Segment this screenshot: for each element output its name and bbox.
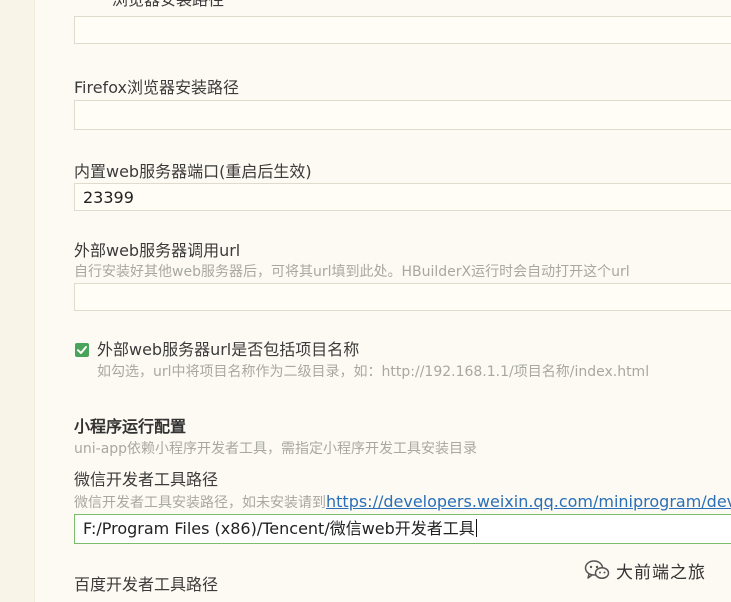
web-port-label: 内置web服务器端口(重启后生效): [74, 162, 312, 181]
include-project-checkbox[interactable]: [75, 343, 89, 357]
miniprogram-section-hint: uni-app依赖小程序开发者工具，需指定小程序开发工具安装目录: [74, 441, 478, 457]
external-web-url-input[interactable]: [74, 283, 731, 311]
external-web-url-hint: 自行安装好其他web服务器后，可将其url填到此处。HBuilderX运行时会自…: [74, 264, 630, 280]
text-caret: [475, 519, 477, 537]
web-port-input[interactable]: [74, 183, 731, 211]
watermark: 大前端之旅: [584, 556, 706, 584]
wechat-path-hint: 微信开发者工具安装路径，如未安装请到https://developers.wei…: [74, 493, 731, 512]
wechat-path-hint-text: 微信开发者工具安装路径，如未安装请到: [74, 495, 326, 511]
wechat-path-input[interactable]: F:/Program Files (x86)/Tencent/微信web开发者工…: [74, 514, 731, 544]
wechat-icon: [584, 560, 610, 580]
browser-path-input[interactable]: [74, 16, 731, 44]
settings-page: 浏览器安装路径 Firefox浏览器安装路径 内置web服务器端口(重启后生效)…: [0, 0, 731, 602]
include-project-hint: 如勾选，url中将项目名称作为二级目录，如：http://192.168.1.1…: [97, 364, 650, 380]
browser-path-label: 浏览器安装路径: [112, 0, 224, 10]
wechat-path-value: F:/Program Files (x86)/Tencent/微信web开发者工…: [83, 519, 475, 538]
miniprogram-section-title: 小程序运行配置: [74, 417, 187, 436]
wechat-download-link[interactable]: https://developers.weixin.qq.com/minipro…: [326, 492, 731, 511]
external-web-url-label: 外部web服务器调用url: [74, 241, 241, 260]
baidu-path-label: 百度开发者工具路径: [74, 575, 219, 594]
firefox-path-label: Firefox浏览器安装路径: [74, 78, 239, 97]
checkmark-icon: [77, 346, 87, 354]
include-project-label[interactable]: 外部web服务器url是否包括项目名称: [97, 340, 359, 360]
watermark-text: 大前端之旅: [616, 562, 706, 583]
wechat-path-label: 微信开发者工具路径: [74, 470, 219, 489]
left-gutter: [0, 0, 35, 602]
firefox-path-input[interactable]: [74, 100, 731, 130]
